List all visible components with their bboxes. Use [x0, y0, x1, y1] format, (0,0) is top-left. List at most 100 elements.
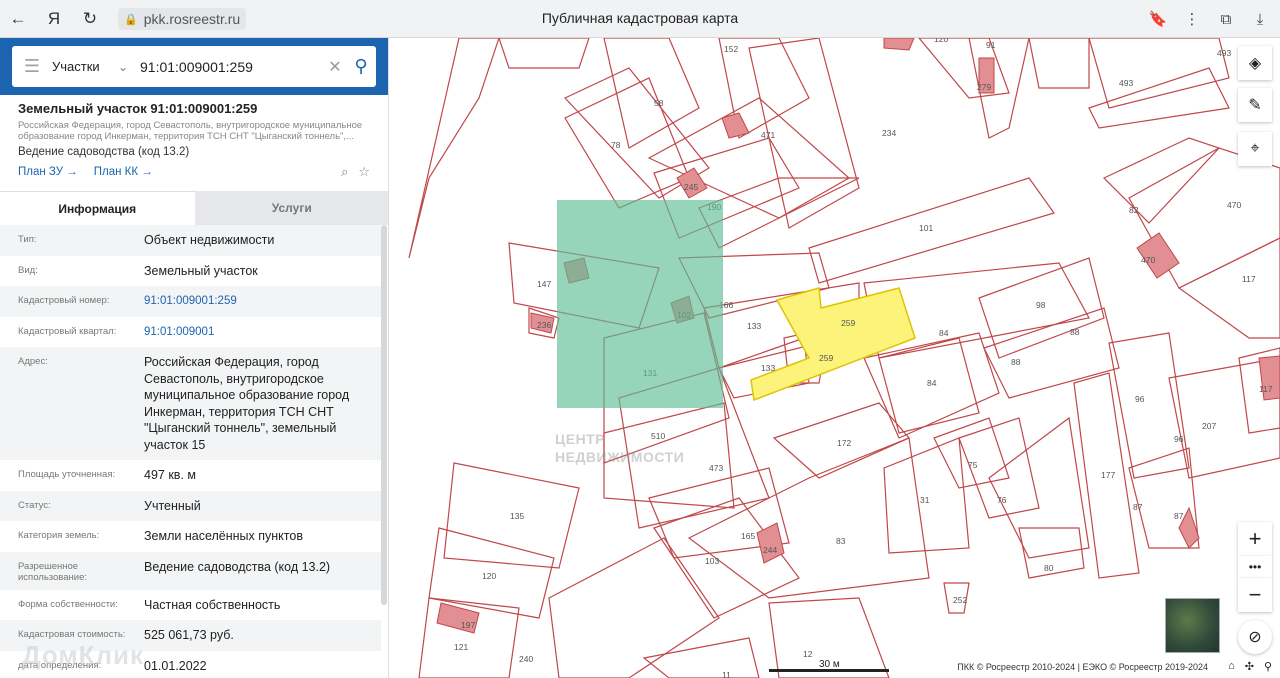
- parcel-label: 177: [1101, 470, 1115, 480]
- center-watermark-logo: [557, 200, 723, 408]
- tab-info[interactable]: Информация: [0, 191, 195, 225]
- zoom-to-icon[interactable]: ⌕: [341, 164, 348, 180]
- more-icon[interactable]: •••: [1238, 556, 1272, 578]
- parcel-label: 165: [741, 531, 755, 541]
- parcel-label: 98: [1036, 300, 1046, 310]
- parcel-label: 471: [761, 130, 775, 140]
- ruler-icon[interactable]: ✎: [1238, 88, 1272, 122]
- watermark-line1: ЦЕНТР: [555, 431, 606, 447]
- lock-icon: 🔒: [124, 13, 138, 26]
- row-key: Категория земель:: [18, 530, 100, 541]
- parcel-label: 470: [1141, 255, 1155, 265]
- parcel-label: 11: [722, 670, 731, 678]
- parcel-label: 88: [1070, 327, 1080, 337]
- menu-icon[interactable]: ⋮: [1178, 10, 1206, 28]
- parcel-label: 244: [763, 545, 777, 555]
- object-subtitle: Российская Федерация, город Севастополь,…: [18, 120, 363, 142]
- cadastral-map[interactable]: 152120 91493 58471 234279 49378 245190 1…: [389, 38, 1280, 678]
- zoom-in-button[interactable]: +: [1238, 522, 1272, 556]
- location-icon[interactable]: ⚲: [1264, 660, 1272, 673]
- row-value: Земельный участок: [144, 263, 258, 278]
- parcel-label: 259: [841, 318, 855, 328]
- search-type-select[interactable]: Участки: [52, 59, 118, 74]
- table-row: Адрес: Российская Федерация, город Севас…: [0, 347, 381, 460]
- search-icon[interactable]: ⚲: [346, 56, 376, 77]
- locate-icon[interactable]: ⌖: [1238, 132, 1272, 166]
- info-panel: ☰ Участки ⌄ ✕ ⚲ Земельный участок 91:01:…: [0, 38, 389, 678]
- row-key: Кадастровый квартал:: [18, 325, 117, 337]
- parcel-label: 470: [1227, 200, 1241, 210]
- parcel-label: 96: [1135, 394, 1145, 404]
- parcel-label: 31: [920, 495, 930, 505]
- parcel-label: 240: [519, 654, 533, 664]
- bookmark-icon[interactable]: 🔖: [1144, 10, 1172, 28]
- table-row: дата определения: 01.01.2022: [0, 651, 381, 678]
- download-icon[interactable]: ⤓: [1246, 11, 1274, 28]
- parcel-label: 197: [461, 620, 475, 630]
- zoom-out-button[interactable]: −: [1238, 578, 1272, 612]
- table-row: Категория земель: Земли населённых пункт…: [0, 521, 381, 552]
- row-key: Кадастровый номер:: [18, 295, 110, 306]
- parcel-label: 117: [1242, 274, 1256, 284]
- reload-icon[interactable]: ↻: [72, 0, 108, 38]
- row-value: 525 061,73 руб.: [144, 628, 234, 642]
- back-icon[interactable]: ←: [0, 0, 36, 38]
- row-value: Учтенный: [144, 498, 201, 513]
- parcel-label: 101: [919, 223, 933, 233]
- center-watermark-text: ЦЕНТР НЕДВИЖИМОСТИ: [555, 430, 684, 466]
- compass-icon[interactable]: ⊘: [1238, 620, 1272, 654]
- parcel-label: 120: [934, 38, 948, 44]
- plan-zu-link[interactable]: План ЗУ →: [18, 166, 78, 178]
- home-icon[interactable]: ⌂: [1228, 660, 1235, 673]
- layers-icon[interactable]: ◈: [1238, 46, 1272, 80]
- table-row: Статус: Учтенный: [0, 490, 381, 521]
- info-table: Тип: Объект недвижимости Вид: Земельный …: [0, 225, 381, 678]
- parcel-label: 252: [953, 595, 967, 605]
- parcel-label: 133: [761, 363, 775, 373]
- scrollbar[interactable]: [381, 225, 387, 605]
- plan-kk-link[interactable]: План КК →: [94, 166, 153, 178]
- parcel-label: 117: [1259, 384, 1273, 394]
- parcel-label: 207: [1202, 421, 1216, 431]
- parcel-label: 234: [882, 128, 896, 138]
- satellite-layer-thumbnail[interactable]: [1165, 598, 1220, 653]
- parcel-label: 84: [927, 378, 937, 388]
- watermark-line2: НЕДВИЖИМОСТИ: [555, 449, 685, 465]
- tab-services[interactable]: Услуги: [194, 191, 388, 225]
- address-bar[interactable]: 🔒 pkk.rosreestr.ru: [118, 8, 247, 30]
- chevron-down-icon[interactable]: ⌄: [118, 60, 140, 74]
- tabs-icon[interactable]: ⧉: [1212, 11, 1240, 28]
- table-row: Кадастровая стоимость: 525 061,73 руб.: [0, 620, 381, 651]
- row-value: Российская Федерация, город Севастополь,…: [144, 355, 350, 452]
- search-input[interactable]: [140, 58, 324, 75]
- menu-icon[interactable]: ☰: [12, 56, 52, 77]
- object-header: Земельный участок 91:01:009001:259 Росси…: [0, 95, 388, 180]
- row-key: Тип:: [18, 234, 37, 245]
- row-key: Вид:: [18, 264, 38, 276]
- parcel-label: 103: [705, 556, 719, 566]
- address-text: pkk.rosreestr.ru: [143, 11, 241, 27]
- parcel-label: 493: [1217, 48, 1231, 58]
- parcel-label: 493: [1119, 78, 1133, 88]
- parcel-label: 87: [1133, 502, 1143, 512]
- share-icon[interactable]: ✣: [1245, 660, 1254, 673]
- parcel-layer[interactable]: 152120 91493 58471 234279 49378 245190 1…: [389, 38, 1280, 678]
- star-icon[interactable]: ☆: [358, 164, 370, 180]
- table-row: Форма собственности: Частная собственнос…: [0, 590, 381, 621]
- parcel-label: 76: [997, 495, 1007, 505]
- cadastral-quarter-link[interactable]: 91:01:009001: [144, 324, 381, 341]
- row-key: Статус:: [18, 499, 51, 511]
- parcel-label: 75: [968, 460, 978, 470]
- row-key: Форма собственности:: [18, 598, 118, 610]
- parcel-label: 172: [837, 438, 851, 448]
- cadastral-number-link[interactable]: 91:01:009001:259: [144, 293, 381, 310]
- table-row: Кадастровый квартал: 91:01:009001: [0, 317, 381, 348]
- yandex-icon[interactable]: Я: [36, 0, 72, 38]
- parcel-label: 121: [454, 642, 468, 652]
- parcel-label: 259: [819, 353, 833, 363]
- parcel-label: 236: [537, 320, 551, 330]
- parcel-label: 96: [1174, 434, 1184, 444]
- close-icon[interactable]: ✕: [324, 57, 346, 77]
- selected-parcel-259: [750, 287, 916, 402]
- object-title: Земельный участок 91:01:009001:259: [18, 101, 258, 116]
